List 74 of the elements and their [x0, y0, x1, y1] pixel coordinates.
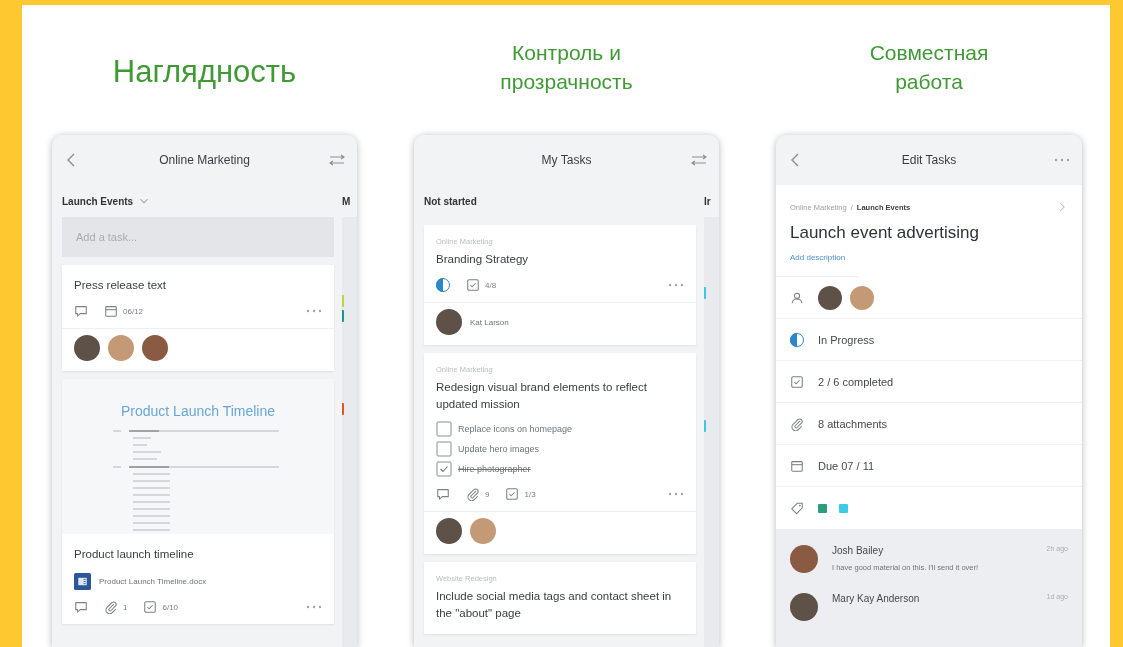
avatar [850, 285, 874, 310]
more-icon[interactable] [306, 605, 322, 609]
checklist-icon [466, 278, 480, 292]
paperclip-icon [104, 600, 118, 614]
avatar [818, 285, 842, 310]
checklist-icon [505, 487, 520, 501]
attachment-count: 1 [123, 602, 128, 612]
avatar [436, 518, 462, 544]
person-icon [790, 290, 804, 305]
bucket-name[interactable]: Launch Events [62, 195, 134, 207]
checklist-item: Update hero images [458, 444, 540, 454]
due-date: 06/12 [123, 306, 144, 316]
status-text: In Progress [818, 333, 875, 346]
more-icon[interactable] [306, 309, 322, 313]
task-title: Branding Strategy [436, 252, 530, 267]
attachment-count: 9 [485, 489, 490, 499]
comment-author: Mary Kay Anderson [832, 593, 921, 604]
add-description-link[interactable]: Add description [776, 243, 860, 277]
screen-title: My Tasks [540, 153, 593, 167]
task-title[interactable]: Launch event advertising [776, 213, 1082, 243]
filter-icon[interactable] [691, 152, 707, 168]
screen-title: Online Marketing [158, 153, 251, 167]
progress-circle-icon [790, 332, 804, 347]
checklist-icon [143, 600, 158, 614]
screen-title: Edit Tasks [900, 153, 958, 167]
avatar [790, 593, 818, 621]
document-icon [74, 573, 91, 590]
checkbox[interactable] [436, 461, 452, 477]
task-title: Product launch timeline [74, 547, 195, 562]
checklist-icon [790, 374, 804, 389]
calendar-icon [104, 304, 118, 318]
task-title: Include social media tags and contact sheet in the "about" page [436, 589, 673, 621]
more-icon[interactable] [668, 283, 684, 287]
column-title: Ir [704, 194, 712, 209]
section-heading: Совместная работа [868, 40, 990, 95]
checklist-count: 1/3 [524, 489, 536, 499]
checklist-count: 4/8 [485, 280, 497, 290]
progress-circle-icon [436, 278, 450, 292]
comment-icon [436, 487, 450, 501]
document-title: Product Launch Timeline [120, 403, 276, 419]
attachment-summary: 8 attachments [818, 417, 888, 430]
task-card[interactable]: Product Launch Timeline Product launch timeline Product Launch Timeline.docx 1 6/10 [62, 379, 334, 624]
task-title: Redesign visual brand elements to reflect updated mission [436, 380, 648, 412]
section-heading: Контроль и прозрачность [499, 40, 634, 95]
assignee-name: Kat Larson [470, 317, 509, 327]
checklist-item: Hire photographer [458, 464, 531, 474]
tag-icon [790, 501, 804, 515]
comment-icon [74, 600, 88, 614]
add-task-field[interactable]: Add a task... [62, 217, 334, 257]
bucket-name[interactable]: M [342, 185, 357, 217]
task-title: Press release text [74, 278, 168, 293]
filter-icon[interactable] [329, 152, 345, 168]
column-title: Not started [424, 194, 478, 209]
avatar [470, 518, 496, 544]
more-icon[interactable] [1054, 158, 1070, 162]
avatar [108, 335, 134, 361]
checklist-summary: 2 / 6 completed [818, 375, 894, 388]
avatar [74, 335, 100, 361]
checklist-item: Replace icons on homepage [458, 424, 573, 434]
checkbox[interactable] [436, 441, 452, 457]
calendar-icon [790, 458, 804, 473]
attachment-name[interactable]: Product Launch Timeline.docx [99, 577, 207, 586]
avatar [790, 545, 818, 573]
checklist-count: 6/10 [162, 602, 179, 612]
checkbox[interactable] [436, 421, 452, 437]
avatar [142, 335, 168, 361]
more-icon[interactable] [668, 492, 684, 496]
paperclip-icon [466, 487, 480, 501]
comment-author: Josh Bailey [832, 545, 885, 557]
comment-icon [74, 304, 88, 318]
avatar [436, 309, 462, 335]
paperclip-icon [790, 416, 804, 431]
task-card[interactable]: Press release text 06/12 [62, 265, 334, 371]
due-date: Due 07 / 11 [818, 459, 875, 472]
